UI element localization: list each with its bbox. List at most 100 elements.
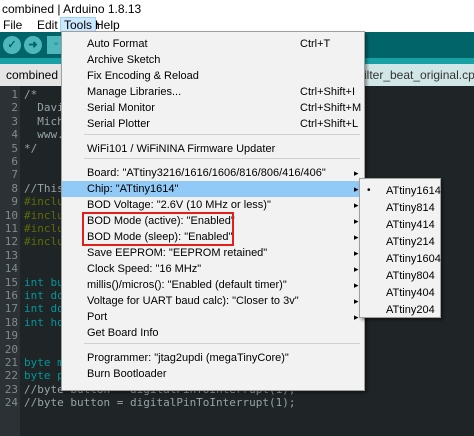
line-number: 22	[4, 369, 18, 383]
tools-menu-item[interactable]: Auto Format Ctrl+T	[62, 36, 364, 52]
line-number: 12	[4, 235, 18, 249]
title-bar: combined | Arduino 1.8.13	[0, 0, 474, 18]
code-line: #inclu	[24, 208, 64, 222]
menu-item-label: millis()/micros(): "Enabled (default tim…	[87, 279, 287, 291]
tab-combined[interactable]: combined	[0, 64, 65, 86]
tools-menu-item[interactable]: Chip: "ATtiny1614" ▸	[62, 181, 364, 197]
submenu-arrow-icon: ▸	[354, 296, 359, 306]
tools-menu-item[interactable]: BOD Voltage: "2.6V (10 MHz or less)" ▸	[62, 197, 364, 213]
code-line: */	[24, 141, 38, 155]
line-number: 5	[11, 141, 18, 155]
menu-item-label: WiFi101 / WiFiNINA Firmware Updater	[87, 143, 276, 155]
submenu-arrow-icon: ▸	[354, 184, 359, 194]
tools-menu-item[interactable]: Save EEPROM: "EEPROM retained" ▸	[62, 245, 364, 261]
code-line: //This	[24, 181, 64, 195]
tools-menu-item[interactable]: Board: "ATtiny3216/1616/1606/816/806/416…	[62, 165, 364, 181]
menu-item-label: Serial Plotter	[87, 118, 150, 130]
menu-item-label: Manage Libraries...	[87, 86, 182, 98]
menu-item-label: Clock Speed: "16 MHz"	[87, 263, 202, 275]
code-line: #inclu	[24, 195, 64, 209]
tools-menu-item[interactable]: millis()/micros(): "Enabled (default tim…	[62, 277, 364, 293]
line-number: 14	[4, 262, 18, 276]
submenu-arrow-icon: ▸	[354, 168, 359, 178]
chip-option-label: ATtiny204	[386, 304, 435, 316]
tab-filter-beat[interactable]: ilter_beat_original.cpp	[358, 64, 474, 86]
line-number: 7	[11, 168, 18, 182]
new-file-icon: ▫	[54, 39, 58, 50]
menu-edit[interactable]: Edit	[34, 18, 61, 32]
tools-menu-item[interactable]: Programmer: "jtag2updi (megaTinyCore)"	[62, 350, 364, 366]
verify-button[interactable]: ✓	[3, 36, 21, 54]
line-number: 11	[4, 222, 18, 235]
arrow-right-icon: ➜	[28, 39, 38, 51]
line-number: 4	[11, 128, 18, 142]
tools-menu-item[interactable]: WiFi101 / WiFiNINA Firmware Updater	[62, 141, 364, 157]
chip-option[interactable]: ATtiny204	[360, 300, 440, 320]
line-number: 9	[11, 195, 18, 209]
line-number: 13	[4, 248, 18, 262]
line-number: 20	[4, 342, 18, 356]
menu-item-shortcut: Ctrl+Shift+M	[300, 102, 362, 114]
submenu-arrow-icon: ▸	[354, 280, 359, 290]
code-line: #inclu	[24, 222, 64, 235]
line-number: 18	[4, 315, 18, 329]
submenu-arrow-icon: ▸	[354, 248, 359, 258]
line-number: 16	[4, 289, 18, 302]
menu-item-label: Serial Monitor	[87, 102, 155, 114]
tools-menu-item[interactable]: Serial Monitor Ctrl+Shift+M	[62, 100, 364, 116]
menu-help[interactable]: Help	[92, 18, 123, 32]
line-number: 3	[11, 114, 18, 128]
menu-item-shortcut: Ctrl+Shift+L	[300, 118, 359, 130]
menu-file[interactable]: File	[0, 18, 25, 32]
menu-item-label: Fix Encoding & Reload	[87, 70, 199, 82]
line-number: 15	[4, 275, 18, 289]
upload-button[interactable]: ➜	[24, 36, 42, 54]
menu-item-label: Get Board Info	[87, 327, 159, 339]
code-line: Mich	[24, 114, 64, 128]
tools-menu-item[interactable]: Port ▸	[62, 309, 364, 325]
tools-menu-item[interactable]: Manage Libraries... Ctrl+Shift+I	[62, 84, 364, 100]
line-number: 1	[11, 88, 18, 101]
menu-tools[interactable]: Tools	[59, 17, 97, 33]
submenu-arrow-icon: ▸	[354, 216, 359, 226]
menu-item-shortcut: Ctrl+T	[300, 38, 331, 50]
submenu-arrow-icon: ▸	[354, 264, 359, 274]
menu-separator	[84, 343, 360, 344]
line-number: 23	[4, 382, 18, 396]
menu-item-label: Programmer: "jtag2updi (megaTinyCore)"	[87, 352, 289, 364]
tools-menu-item[interactable]: Clock Speed: "16 MHz" ▸	[62, 261, 364, 277]
menu-item-label: BOD Voltage: "2.6V (10 MHz or less)"	[87, 199, 271, 211]
annotation-box	[82, 212, 234, 246]
menu-item-label: Voltage for UART baud calc): "Closer to …	[87, 295, 299, 307]
submenu-arrow-icon: ▸	[354, 232, 359, 242]
tools-menu-item[interactable]: Get Board Info	[62, 325, 364, 341]
tools-menu: Auto Format Ctrl+T Archive Sketch Fix Encod…	[61, 31, 365, 391]
line-number: 21	[4, 356, 18, 369]
line-number: 8	[11, 181, 18, 195]
chip-submenu: • ATtiny1614 ATtiny814 ATtiny414 ATtiny214 AT…	[359, 178, 441, 318]
menu-item-label: Auto Format	[87, 38, 148, 50]
tools-menu-item[interactable]: Serial Plotter Ctrl+Shift+L	[62, 116, 364, 132]
tools-menu-item[interactable]: Voltage for UART baud calc): "Closer to …	[62, 293, 364, 309]
line-number: 6	[11, 155, 18, 168]
line-number: 17	[4, 302, 18, 316]
menu-bar: File Edit Sketch Tools Help	[0, 17, 474, 33]
menu-item-label: Archive Sketch	[87, 54, 161, 66]
line-number: 24	[4, 396, 18, 410]
submenu-arrow-icon: ▸	[354, 312, 359, 322]
code-line: /*	[24, 88, 38, 101]
code-line: www.	[24, 128, 64, 142]
menu-item-label: Burn Bootloader	[87, 368, 167, 380]
code-line: Davi	[24, 101, 64, 115]
tools-menu-item[interactable]: Burn Bootloader	[62, 366, 364, 382]
tools-menu-item[interactable]: Fix Encoding & Reload	[62, 68, 364, 84]
line-number: 10	[4, 208, 18, 222]
menu-item-shortcut: Ctrl+Shift+I	[300, 86, 356, 98]
tools-menu-item[interactable]: Archive Sketch	[62, 52, 364, 68]
code-line: //byte button = digitalPinToInterrupt(1)…	[24, 396, 296, 410]
line-number: 19	[4, 329, 18, 343]
menu-separator	[84, 134, 360, 135]
code-line: #inclu	[24, 235, 64, 249]
window-title: combined | Arduino 1.8.13	[2, 2, 142, 16]
menu-item-label: Save EEPROM: "EEPROM retained"	[87, 247, 268, 259]
